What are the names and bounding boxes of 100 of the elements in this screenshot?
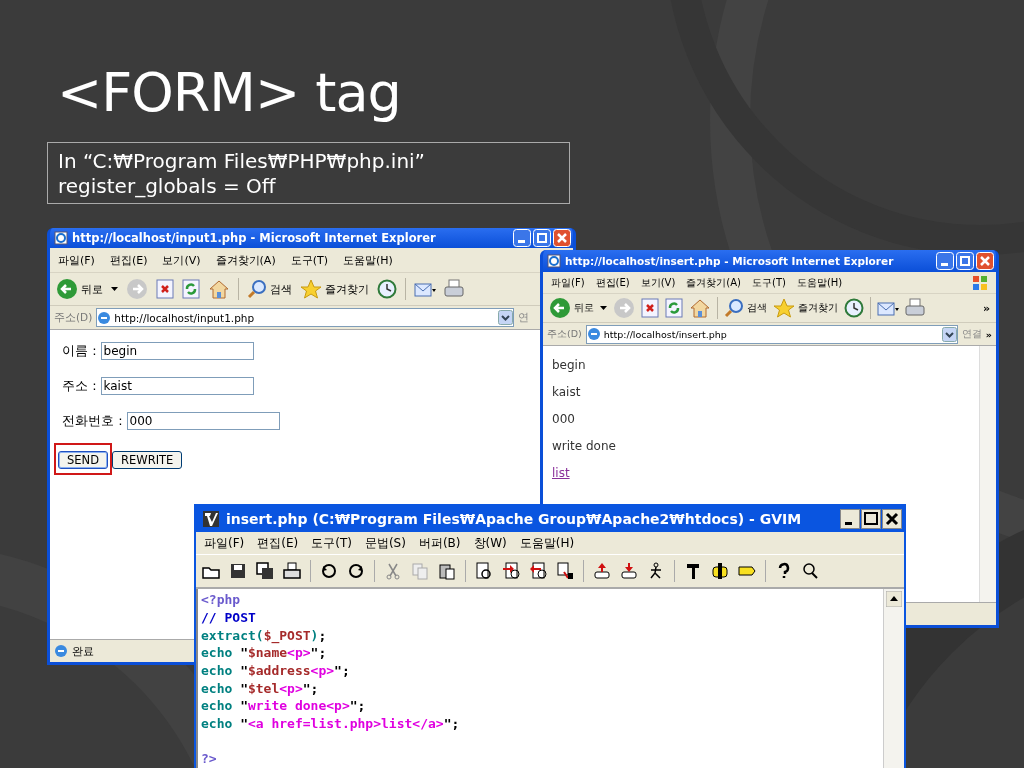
code-line: echo "<a href=list.php>list</a>"; [201,714,461,733]
menu-item[interactable]: 도구(T) [311,534,352,552]
code-line: <?php [201,591,242,609]
printer-icon[interactable] [283,562,301,581]
output-text: begin [552,358,587,372]
window-title: insert.php (C:₩Program Files₩Apache Group₩Apache2₩htdocs) - GVIM [226,510,803,527]
address-label: 주소(D) [54,310,93,325]
minimize-icon[interactable] [840,508,860,529]
code-line: extract($_POST); [201,626,328,645]
input-field[interactable]: 000 [126,412,280,430]
mail-icon[interactable] [414,280,436,298]
find-help-icon[interactable] [802,562,820,581]
code-line: echo "$tel<p>"; [201,679,320,698]
output-text: 000 [552,412,576,426]
home-icon[interactable] [208,279,230,299]
menu-item[interactable]: 도구(T) [752,275,786,290]
menu-item[interactable]: 보기(V) [640,275,676,290]
menu-item[interactable]: 창(W) [473,534,507,552]
close-icon[interactable] [882,508,902,529]
scrollbar[interactable] [883,589,904,768]
maximize-icon[interactable] [861,508,881,529]
stop-icon[interactable] [156,279,174,299]
input-field[interactable]: begin [100,342,254,360]
code-line: echo "$address<p>"; [201,661,351,680]
menu-item[interactable]: 편집(E) [109,252,148,268]
stop-icon[interactable] [641,298,659,318]
form-button[interactable]: SEND [58,451,109,469]
code-line: ?> [201,750,218,768]
status-text: 완료 [72,643,94,659]
menu-item[interactable]: 편집(E) [257,534,299,552]
menu-item[interactable]: 파일(F) [58,252,95,268]
code-line: echo "$name<p>"; [201,644,328,662]
scroll-up-icon[interactable] [886,591,902,608]
undo-icon[interactable] [320,562,338,581]
menu-item[interactable]: 도구(T) [290,252,328,268]
field-label: 전화번호 : [62,412,123,430]
menu-item[interactable]: 파일(F) [204,534,245,552]
toolbar-more[interactable]: » [982,301,990,315]
slide-title: <FORM> tag [57,60,402,126]
links-more[interactable]: » [985,328,992,340]
save-icon[interactable] [229,562,247,581]
menu-item[interactable]: 문법(S) [364,534,406,552]
find-previous-icon[interactable] [529,562,547,581]
menu-item[interactable]: 즐겨찾기(A) [215,252,276,268]
upload-icon[interactable] [593,562,611,581]
refresh-icon[interactable] [665,298,683,318]
search-button[interactable]: 검색 [724,298,767,318]
favorites-button[interactable]: 즐겨찾기 [773,298,838,318]
dropdown-icon[interactable] [498,310,513,325]
address-field[interactable]: http://localhost/input1.php [96,308,514,327]
menu-item[interactable]: 도움말(H) [519,534,575,552]
address-field[interactable]: http://localhost/insert.php [585,324,958,344]
search-icon [724,298,744,318]
find-next-icon[interactable] [502,562,520,581]
history-icon[interactable] [377,279,397,299]
replace-icon[interactable] [556,562,574,581]
note-line: In “C:₩Program Files₩PHP₩php.ini” [58,149,426,174]
form-button[interactable]: REWRITE [112,451,183,469]
input-field[interactable]: kaist [100,377,254,395]
save-all-icon[interactable] [256,562,274,581]
menu-item[interactable]: 도움말(H) [796,275,843,290]
home-icon[interactable] [689,298,711,318]
field-label: 주소 : [62,377,97,395]
menu-item[interactable]: 도움말(H) [343,252,393,268]
list-link[interactable]: list [552,466,570,480]
code-line: echo "write done<p>"; [201,697,367,715]
address-label: 주소(D) [547,327,582,341]
star-icon [300,279,322,299]
star-icon [773,298,795,318]
favorites-button[interactable]: 즐겨찾기 [300,279,369,299]
tag-hammer-icon[interactable] [711,562,729,581]
menu-item[interactable]: 보기(V) [162,252,201,268]
find-icon[interactable] [475,562,493,581]
note-line: register_globals = Off [58,174,277,199]
download-icon[interactable] [620,562,638,581]
scissors-icon[interactable] [384,562,402,581]
search-icon [247,279,267,299]
menu-item[interactable]: 버퍼(B) [418,534,461,552]
caret-icon[interactable] [600,306,607,310]
history-icon[interactable] [844,298,864,318]
search-button[interactable]: 검색 [247,279,292,299]
mail-icon[interactable] [877,299,899,317]
output-text: kaist [552,385,582,399]
menu-item[interactable]: 편집(E) [595,275,630,290]
menu-item[interactable]: 파일(F) [551,275,585,290]
windows-logo-icon [972,274,988,291]
paste-icon[interactable] [438,562,456,581]
vim-logo-icon [202,509,220,528]
code-line: // POST [201,608,257,627]
dropdown-icon[interactable] [941,326,957,342]
caret-icon[interactable] [111,287,118,291]
refresh-icon[interactable] [182,279,200,299]
back-button[interactable]: 뒤로 [549,297,594,319]
redo-icon[interactable] [347,562,365,581]
window-title: http://localhost/input1.php - Microsoft Internet Explorer [72,231,437,245]
menu-item[interactable]: 즐겨찾기(A) [686,275,741,290]
hammer-icon[interactable] [684,562,702,581]
output-text: write done [552,439,617,453]
scrollbar[interactable] [979,346,996,602]
back-button[interactable]: 뒤로 [56,278,103,300]
